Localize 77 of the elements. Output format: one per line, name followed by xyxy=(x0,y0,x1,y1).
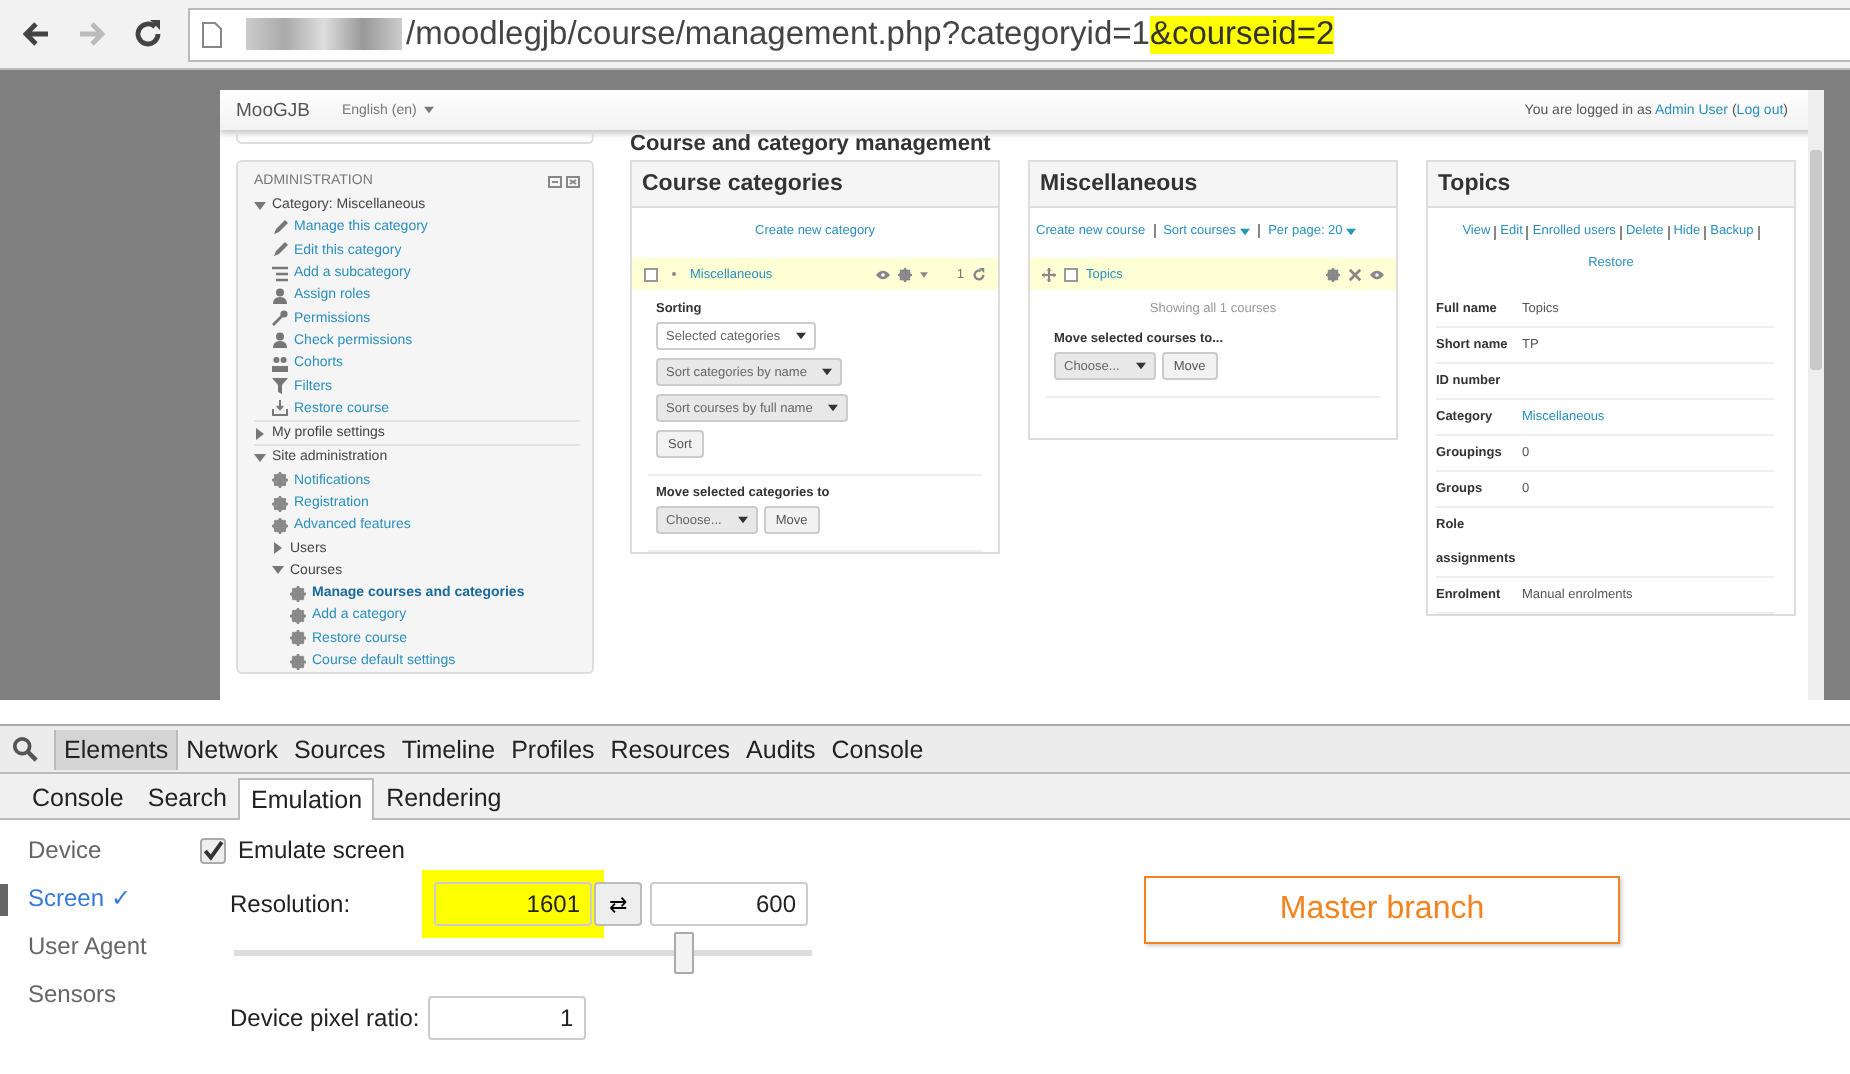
collapsed-triangle-icon[interactable] xyxy=(254,427,266,440)
move-arrows-icon[interactable] xyxy=(1042,267,1056,281)
devtools-tab[interactable]: Profiles xyxy=(503,729,603,769)
gear-icon xyxy=(272,517,288,534)
caret-icon xyxy=(424,106,435,114)
checkbox[interactable] xyxy=(200,837,226,863)
download-tray-icon xyxy=(272,400,288,417)
page-heading: Course and category management xyxy=(630,130,993,160)
drawer-tab[interactable]: Search xyxy=(135,776,239,818)
devtools-tab[interactable]: Elements xyxy=(54,729,179,769)
expanded-triangle-icon[interactable] xyxy=(254,199,266,212)
gear-icon xyxy=(272,472,288,489)
emulation-section[interactable]: Device xyxy=(0,836,200,868)
checkbox[interactable] xyxy=(1064,267,1078,281)
scrollbar[interactable] xyxy=(1808,90,1824,700)
emulation-section[interactable]: Screen ✓ xyxy=(0,884,200,916)
emulation-section[interactable]: Sensors xyxy=(0,980,200,1012)
width-field[interactable]: 1601 xyxy=(434,882,592,926)
gear-icon xyxy=(290,653,306,670)
devtools-tab[interactable]: Timeline xyxy=(393,729,504,769)
resolution-label: Resolution: xyxy=(230,890,353,918)
people-icon xyxy=(272,355,288,372)
url-path: /moodlegjb/course/management.php?categoryid=1 xyxy=(406,15,1150,53)
annotation-box: Master branch xyxy=(1144,876,1620,944)
expanded-triangle-icon[interactable] xyxy=(272,564,284,577)
eye-icon[interactable] xyxy=(1370,267,1384,281)
drawer-tab[interactable]: Console xyxy=(20,776,136,818)
caret-icon xyxy=(737,516,748,524)
caret-icon xyxy=(1135,362,1146,370)
caret-icon xyxy=(796,332,807,340)
dock-icons[interactable] xyxy=(548,175,580,187)
devtools-tab[interactable]: Resources xyxy=(602,729,739,769)
gear-icon[interactable] xyxy=(1326,267,1340,281)
checkbox[interactable] xyxy=(644,267,658,281)
caret-icon xyxy=(828,404,839,412)
gear-icon xyxy=(290,630,306,647)
checkbox-label: Emulate screen xyxy=(238,836,405,864)
emulation-section[interactable]: User Agent xyxy=(0,932,200,964)
eye-icon[interactable] xyxy=(876,267,891,281)
reload-icon[interactable] xyxy=(132,18,164,50)
caret-icon xyxy=(1346,227,1357,235)
devtools-tab[interactable]: Sources xyxy=(285,729,394,769)
gear-icon xyxy=(290,607,306,624)
page-icon xyxy=(202,21,222,47)
panel-title: Topics xyxy=(1428,160,1794,208)
pixel-ratio-field[interactable]: 1 xyxy=(427,996,586,1040)
person-icon xyxy=(272,332,288,349)
caret-icon[interactable] xyxy=(920,271,929,277)
panel-title: Miscellaneous xyxy=(1030,160,1396,208)
devtools-tab[interactable]: Console xyxy=(823,729,932,769)
gear-icon xyxy=(290,585,306,602)
caret-icon xyxy=(822,368,833,376)
panel-title: Course categories xyxy=(632,160,998,208)
devtools-tab[interactable]: Network xyxy=(178,729,286,769)
gear-icon xyxy=(272,495,288,511)
highlighted-url-parameter: &courseid=2 xyxy=(1149,15,1335,53)
circular-arrow-icon xyxy=(972,267,986,281)
site-name[interactable]: MooGJB xyxy=(236,99,310,121)
expanded-triangle-icon[interactable] xyxy=(254,451,266,464)
back-arrow-icon[interactable] xyxy=(20,18,52,50)
caret-icon xyxy=(1240,227,1251,235)
collapsed-triangle-icon[interactable] xyxy=(272,542,284,555)
drawer-tab[interactable]: Emulation xyxy=(238,778,375,820)
pixel-ratio-label: Device pixel ratio: xyxy=(230,1004,420,1032)
swap-button[interactable]: ⇄ xyxy=(594,882,642,926)
search-icon[interactable] xyxy=(12,736,38,762)
key-icon xyxy=(272,310,288,327)
person-icon xyxy=(272,287,288,304)
delete-icon[interactable] xyxy=(1348,267,1362,281)
filter-icon xyxy=(272,378,288,395)
devtools-tab[interactable]: Audits xyxy=(738,729,824,769)
slider-thumb[interactable] xyxy=(674,932,695,974)
gear-icon[interactable] xyxy=(898,267,913,281)
address-bar[interactable]: /moodlegjb/course/management.php?categoryid=1&courseid=2 xyxy=(188,7,1850,61)
list-icon xyxy=(272,265,288,282)
height-field[interactable]: 600 xyxy=(650,882,808,926)
drawer-tab[interactable]: Rendering xyxy=(374,776,514,818)
